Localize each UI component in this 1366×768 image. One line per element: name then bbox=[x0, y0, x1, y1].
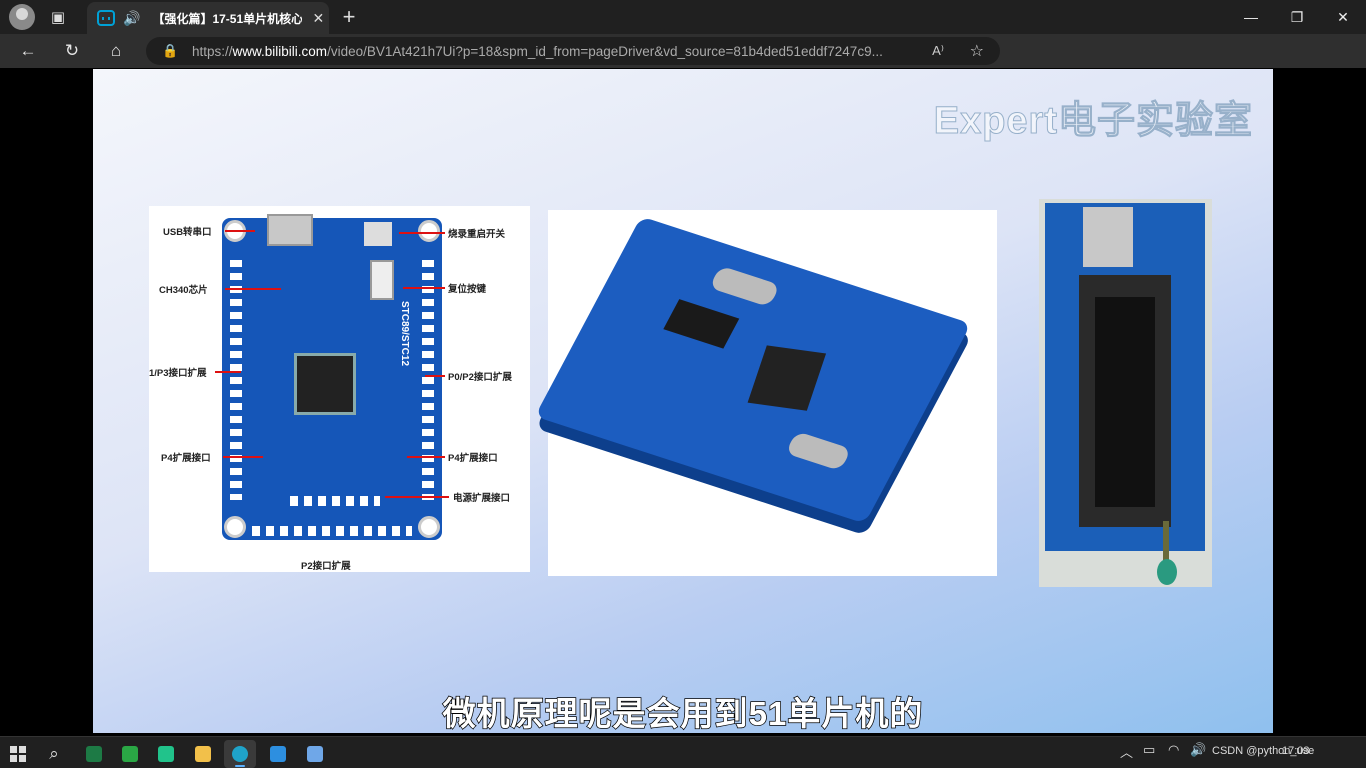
pin-header-right bbox=[422, 260, 434, 500]
arrow bbox=[425, 375, 445, 377]
crystal bbox=[708, 265, 781, 308]
volume-icon[interactable]: 🔊 bbox=[1190, 742, 1206, 758]
excel-app-icon[interactable] bbox=[78, 740, 110, 768]
video-player[interactable]: Expert电子实验室 STC89/STC12 USB转串口 烧录重启开关 CH… bbox=[93, 69, 1273, 733]
favorite-star-icon[interactable]: ☆ bbox=[970, 41, 984, 61]
profile-avatar[interactable] bbox=[9, 4, 35, 30]
tab-actions-icon[interactable]: ▣ bbox=[43, 2, 73, 32]
browser-tab-active[interactable]: 🔊 【强化篇】17-51单片机核心 ✕ bbox=[87, 2, 329, 34]
mount-hole bbox=[418, 516, 440, 538]
mount-hole bbox=[418, 220, 440, 242]
label-p2: P2接口扩展 bbox=[301, 561, 351, 572]
url-text[interactable]: https://www.bilibili.com/video/BV1At421h… bbox=[192, 44, 912, 59]
tab-title: 【强化篇】17-51单片机核心 bbox=[152, 11, 303, 26]
pin-header-left bbox=[230, 260, 242, 500]
bilibili-icon bbox=[97, 10, 115, 26]
arrow bbox=[225, 230, 255, 232]
mcu-chip bbox=[747, 345, 827, 411]
minimize-button[interactable]: — bbox=[1228, 0, 1274, 34]
arrow bbox=[215, 371, 241, 373]
url-bar[interactable]: 🔒 https://www.bilibili.com/video/BV1At42… bbox=[146, 37, 1000, 65]
video-subtitle: 微机原理呢是会用到51单片机的 bbox=[442, 694, 924, 733]
mount-hole bbox=[224, 516, 246, 538]
windows-start-icon[interactable] bbox=[2, 740, 34, 768]
speaker-icon[interactable]: 🔊 bbox=[123, 10, 140, 27]
file-explorer-icon[interactable] bbox=[187, 740, 219, 768]
arrow bbox=[403, 287, 445, 289]
close-button[interactable]: ✕ bbox=[1320, 0, 1366, 34]
pycharm-app-icon[interactable] bbox=[150, 740, 182, 768]
home-button[interactable]: ⌂ bbox=[99, 34, 133, 68]
remote-desktop-icon[interactable] bbox=[299, 740, 331, 768]
arrow bbox=[223, 456, 263, 458]
programmer-board-photo bbox=[1039, 199, 1212, 587]
usb-b-port bbox=[1083, 207, 1133, 267]
new-tab-button[interactable]: + bbox=[336, 4, 362, 30]
board-photo bbox=[534, 210, 997, 576]
edge-browser-icon[interactable] bbox=[224, 740, 256, 768]
label-p1p3: 1/P3接口扩展 bbox=[149, 368, 207, 379]
qc-app-icon[interactable] bbox=[114, 740, 146, 768]
mcu-chip bbox=[294, 353, 356, 415]
usb-port bbox=[267, 214, 313, 246]
ch340-chip bbox=[663, 299, 740, 349]
refresh-button[interactable]: ↻ bbox=[55, 34, 89, 68]
zif-socket-board bbox=[1045, 203, 1205, 585]
label-p0p2: P0/P2接口扩展 bbox=[448, 372, 512, 383]
arrow bbox=[385, 496, 449, 498]
label-p4-right: P4扩展接口 bbox=[448, 453, 498, 464]
label-p4-left: P4扩展接口 bbox=[161, 453, 211, 464]
label-switch: 烧录重启开关 bbox=[448, 229, 506, 240]
taskbar: ⌕ ︿ ▭ ◠ 🔊 CSDN @python_use 17:03 bbox=[0, 736, 1366, 768]
label-power: 电源扩展接口 bbox=[453, 493, 511, 504]
dip40-chip bbox=[1095, 297, 1155, 507]
reset-button-part bbox=[370, 260, 394, 300]
wifi-icon[interactable]: ◠ bbox=[1168, 742, 1179, 758]
label-reset: 复位按键 bbox=[448, 284, 487, 295]
lock-icon[interactable]: 🔒 bbox=[162, 43, 178, 59]
battery-icon[interactable]: ▭ bbox=[1143, 742, 1155, 758]
annotated-board-image: STC89/STC12 USB转串口 烧录重启开关 CH340芯片 复位按键 1… bbox=[149, 206, 530, 572]
zif-lever-knob bbox=[1157, 559, 1177, 585]
arrow bbox=[225, 288, 281, 290]
crystal bbox=[785, 431, 852, 471]
label-ch340: CH340芯片 bbox=[159, 285, 208, 296]
page-content: Expert电子实验室 STC89/STC12 USB转串口 烧录重启开关 CH… bbox=[4, 69, 1362, 734]
clock-time[interactable]: 17:03 bbox=[1282, 745, 1310, 757]
video-watermark: Expert电子实验室 bbox=[933, 100, 1253, 143]
pin-header-bottom bbox=[252, 526, 412, 536]
board-chip-text: STC89/STC12 bbox=[399, 300, 411, 367]
pin-header-power bbox=[290, 496, 380, 506]
arrow bbox=[399, 232, 445, 234]
read-aloud-icon[interactable]: A⁾ bbox=[932, 43, 944, 59]
address-toolbar: ← ↻ ⌂ 🔒 https://www.bilibili.com/video/B… bbox=[0, 34, 1366, 94]
label-usb: USB转串口 bbox=[163, 227, 212, 238]
back-button[interactable]: ← bbox=[11, 34, 45, 68]
stc89-board-photo bbox=[534, 216, 972, 524]
stc89-board-diagram: STC89/STC12 bbox=[222, 214, 442, 540]
tab-close-icon[interactable]: ✕ bbox=[312, 10, 324, 27]
vscode-app-icon[interactable] bbox=[262, 740, 294, 768]
maximize-button[interactable]: ❐ bbox=[1274, 0, 1320, 34]
search-icon[interactable]: ⌕ bbox=[38, 740, 70, 768]
show-hidden-icons-chevron-icon[interactable]: ︿ bbox=[1120, 742, 1133, 761]
title-bar: ▣ 🔊 【强化篇】17-51单片机核心 ✕ + — ❐ ✕ bbox=[0, 0, 1366, 34]
arrow bbox=[407, 456, 445, 458]
power-switch bbox=[364, 222, 392, 246]
